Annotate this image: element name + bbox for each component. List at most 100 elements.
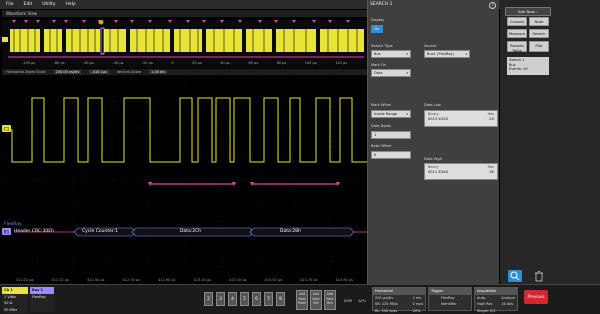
measure-button[interactable]: Measure xyxy=(507,29,527,38)
data-bytes-label: Data Bytes xyxy=(371,124,391,128)
ov-tick: 120 μs xyxy=(335,61,347,65)
main-waveform-plot[interactable]: C1 B1 xyxy=(2,76,367,282)
vertical-zoom-value[interactable]: 1.00 div xyxy=(149,70,168,74)
ov-tick: -20 μs xyxy=(141,61,153,65)
zoom-box[interactable] xyxy=(100,27,105,55)
afg-button[interactable]: AFG xyxy=(356,294,368,308)
data-low-box[interactable]: Binary Hex 0010 XXXX 2X xyxy=(424,110,498,127)
search-button[interactable]: Search xyxy=(529,29,549,38)
data-low-title: Data Low xyxy=(424,103,441,107)
hex-label: Hex xyxy=(487,112,494,116)
add-new-math-button[interactable]: Add New Math xyxy=(296,290,308,310)
previous-button[interactable]: Previous xyxy=(524,290,548,304)
ch1-marker-small xyxy=(2,37,8,42)
search-panel-title: SEARCH 1 xyxy=(370,2,393,7)
zoom-scale-label: Horizontal Zoom Scale xyxy=(6,70,46,74)
add-math-line: Math xyxy=(297,301,307,305)
ov-tick: 20 μs xyxy=(192,61,202,65)
menu-edit[interactable]: Edit xyxy=(24,2,33,7)
menu-file[interactable]: File xyxy=(6,2,14,7)
mark-on-select[interactable]: Data xyxy=(371,69,411,77)
ov-tick: 40 μs xyxy=(220,61,230,65)
grid xyxy=(2,76,367,282)
bus-name-label: FlexRay xyxy=(4,222,22,227)
byte-offset-field[interactable]: 0 xyxy=(371,151,411,159)
zoom-scale-value[interactable]: 200.00 ns/div xyxy=(53,70,82,74)
search-badge-events: Events: 49 xyxy=(509,67,528,71)
source-label: Source xyxy=(424,44,437,48)
hex-label: Hex xyxy=(487,165,494,169)
search-config-panel xyxy=(367,0,499,284)
add-bus-line: Bus xyxy=(326,301,334,305)
add-new-bus-button[interactable]: Add New Bus xyxy=(324,290,336,310)
ov-tick: 80 μs xyxy=(276,61,287,65)
data-high-title: Data High xyxy=(424,157,442,161)
data-bytes-field[interactable]: 1 xyxy=(371,131,411,139)
channel-2-button[interactable]: 2 xyxy=(204,292,213,306)
channel-4-button[interactable]: 4 xyxy=(228,292,237,306)
source-select[interactable]: Bus1 (FlexRay) xyxy=(424,50,470,58)
data-high-box[interactable]: Binary Hex 0011 XXXX 3X xyxy=(424,163,498,180)
horizontal-record-length: RL: 250 kpts xyxy=(375,308,397,313)
trigger-settings-badge[interactable]: Trigger FlexRay Identifier xyxy=(428,287,472,311)
horizontal-settings-badge[interactable]: Horizontal 200 μs/div SR: 125 MS/s RL: 2… xyxy=(372,287,426,313)
menu-help[interactable]: Help xyxy=(66,2,76,7)
bus1-protocol: FlexRay xyxy=(30,293,54,312)
channel-6-button[interactable]: 6 xyxy=(252,292,261,306)
note-button[interactable]: Note xyxy=(529,17,549,26)
search-markers-top xyxy=(12,20,350,23)
data-low-binary[interactable]: 0010 XXXX xyxy=(428,117,448,121)
mark-when-label: Mark When xyxy=(371,103,392,107)
channel-3-button[interactable]: 3 xyxy=(216,292,225,306)
search-type-label: Search Type xyxy=(371,44,393,48)
data-low-hex[interactable]: 2X xyxy=(489,117,494,121)
ch1-bandwidth: 50 MHz xyxy=(2,306,28,313)
binary-label: Binary xyxy=(428,112,439,116)
trigger-condition: Identifier xyxy=(441,302,457,306)
channel-5-button[interactable]: 5 xyxy=(240,292,249,306)
zoom-status-bar: Horizontal Zoom Scale 200.00 ns/div -410… xyxy=(2,69,367,75)
search-type-select[interactable]: Bus xyxy=(371,50,411,58)
zoom-tool-icon[interactable] xyxy=(508,270,522,282)
dvm-button[interactable]: DVM xyxy=(342,294,354,308)
results-table-button[interactable]: Results Table xyxy=(507,41,527,53)
display-toggle[interactable]: On xyxy=(371,25,383,33)
bus-tag-text: B1 xyxy=(4,230,10,236)
mark-on-label: Mark On xyxy=(371,63,387,67)
add-new-ref-button[interactable]: Add New Ref xyxy=(310,290,322,310)
trash-icon[interactable] xyxy=(533,270,545,282)
cursors-button[interactable]: Cursors xyxy=(507,17,527,26)
decode-frame-data: Data:2Ch xyxy=(180,229,202,234)
data-high-hex[interactable]: 3X xyxy=(489,170,494,174)
channel-8-button[interactable]: 8 xyxy=(276,292,285,306)
waveform-view-title: Waveform View xyxy=(6,11,38,16)
bus1-settings-badge[interactable]: Bus 1 FlexRay xyxy=(30,287,54,312)
ch1-waveform xyxy=(10,97,367,163)
channel-7-button[interactable]: 7 xyxy=(264,292,273,306)
search1-badge[interactable]: Search 1 Bus Events: 49 xyxy=(507,57,549,75)
decode-frame-data: Data:28h xyxy=(280,229,301,234)
ov-tick: -40 μs xyxy=(112,61,124,65)
ch1-tag-text: C1 xyxy=(3,127,9,133)
acquisition-settings-badge[interactable]: Acquisition Auto, High Res Single: 0/1 A… xyxy=(474,287,518,313)
menu-utility[interactable]: Utility xyxy=(42,2,55,7)
ov-tick: 100 μs xyxy=(304,61,317,65)
zoom-position-value[interactable]: -410.1μs xyxy=(89,70,109,74)
acquisition-bits: 16 bits xyxy=(501,302,514,306)
acquisition-single: Single: 0/1 xyxy=(477,308,496,313)
help-icon[interactable]: ? xyxy=(489,2,496,9)
ch1-settings-badge[interactable]: Ch 1 1 V/div 50 Ω 50 MHz xyxy=(2,287,28,313)
add-new-button[interactable]: Add New... xyxy=(505,7,551,16)
main-plot-svg: C1 B1 xyxy=(2,76,367,282)
data-high-binary[interactable]: 0011 XXXX xyxy=(428,170,448,174)
overview-time-axis: -105 μs -80 μs -60 μs -40 μs -20 μs 0 20… xyxy=(2,61,367,67)
add-ref-line: Ref xyxy=(313,301,319,305)
waveform-view-header: Waveform View xyxy=(2,10,367,17)
plot-button[interactable]: Plot xyxy=(529,41,549,52)
mark-when-select[interactable]: Inside Range xyxy=(371,110,411,118)
channel-buttons: 2 3 4 5 6 7 8 xyxy=(204,292,285,306)
vertical-zoom-label: Vertical Zoom xyxy=(116,70,142,74)
decode-frame xyxy=(249,227,355,237)
overview-bursts xyxy=(10,29,364,52)
trigger-marker-icon xyxy=(98,19,104,25)
